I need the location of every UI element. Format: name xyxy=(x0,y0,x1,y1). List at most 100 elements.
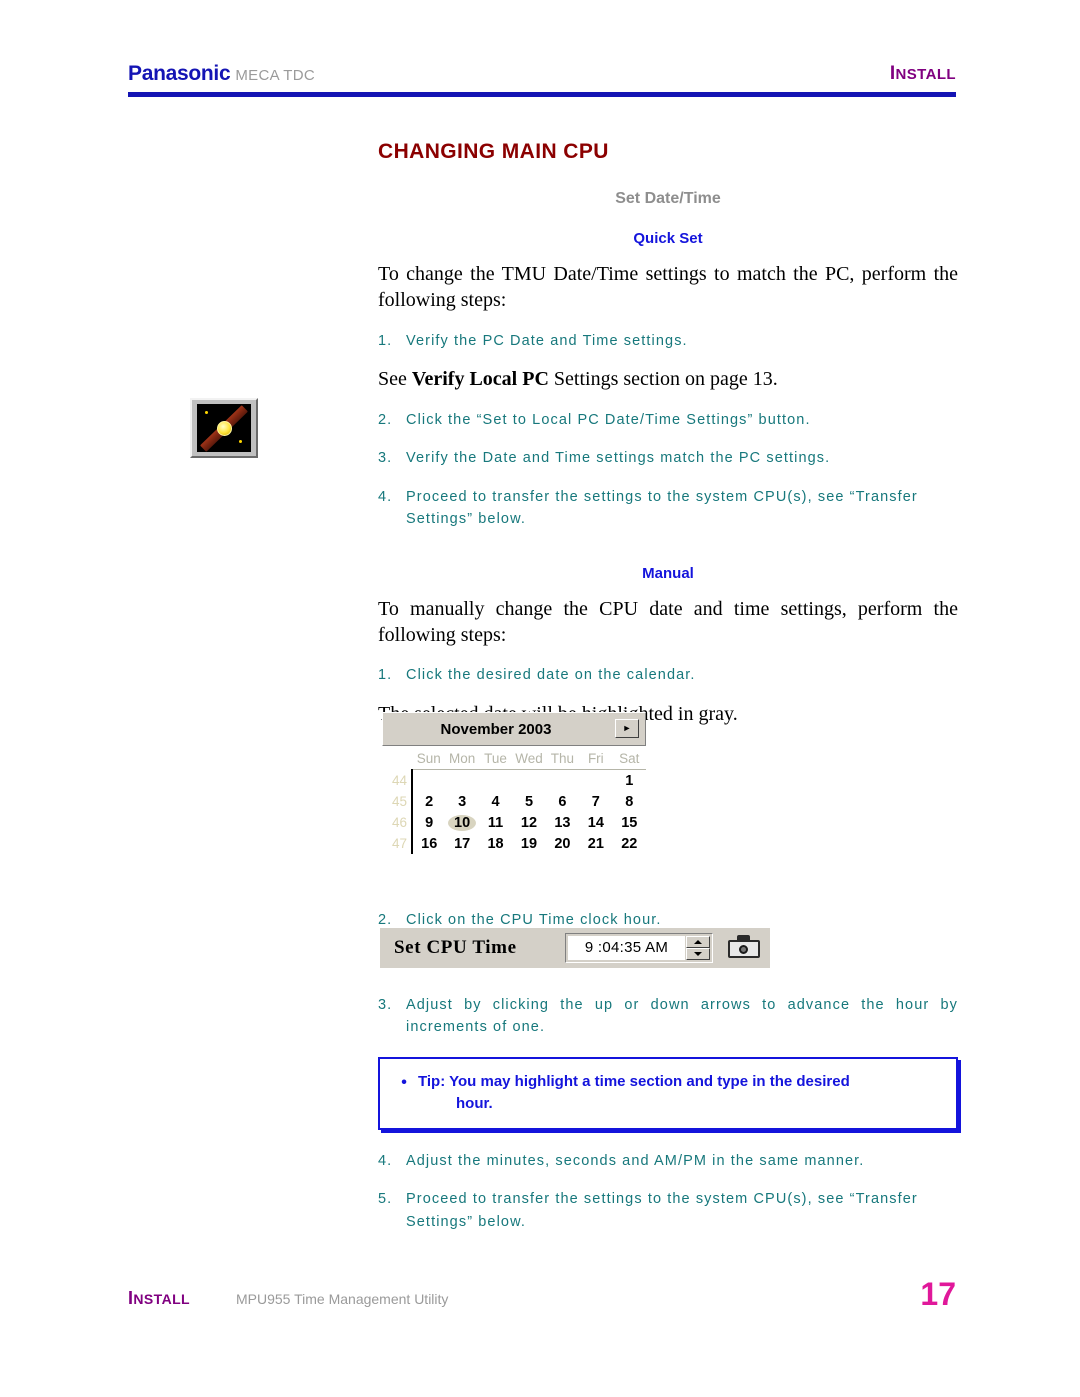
calendar-day-cell[interactable] xyxy=(546,770,579,792)
calendar-day-cell[interactable]: 19 xyxy=(512,833,545,854)
calendar-day-cell[interactable]: 2 xyxy=(412,791,445,812)
quick-set-step-2: 2. Click the “Set to Local PC Date/Time … xyxy=(378,409,958,431)
step-number: 1. xyxy=(378,332,393,349)
watch-face xyxy=(217,421,232,436)
tip-text: Tip: You may highlight a time section an… xyxy=(418,1071,942,1116)
calendar-day-cell[interactable] xyxy=(445,770,478,792)
step-number: 4. xyxy=(378,488,393,505)
calendar-day-cell[interactable]: 14 xyxy=(579,812,612,833)
calendar-dow-fri: Fri xyxy=(579,748,613,770)
calendar-weeknum-corner xyxy=(382,748,412,770)
camera-icon-lens xyxy=(739,945,748,954)
calendar-day-cell[interactable] xyxy=(579,770,612,792)
time-input[interactable]: 9 :04:35 AM xyxy=(568,936,685,960)
calendar-day-cell[interactable]: 12 xyxy=(512,812,545,833)
see-reference-post: Settings section on page 13. xyxy=(548,368,778,391)
camera-icon[interactable] xyxy=(726,934,762,962)
calendar-week-number: 46 xyxy=(382,812,413,833)
step-text: Verify the PC Date and Time settings. xyxy=(406,332,688,349)
calendar-day-cell[interactable]: 8 xyxy=(613,791,646,812)
calendar-day-cell[interactable]: 16 xyxy=(412,833,445,854)
manual-step-4: 4. Adjust the minutes, seconds and AM/PM… xyxy=(378,1150,958,1172)
calendar-grid: Sun Mon Tue Wed Thu Fri Sat 44 1 45 2 3 … xyxy=(382,748,646,854)
watch-pin-bottom xyxy=(239,440,242,443)
watch-pin-top xyxy=(205,411,208,414)
time-spinner-control[interactable]: 9 :04:35 AM xyxy=(565,933,713,963)
calendar-widget[interactable]: November 2003 ► Sun Mon Tue Wed Thu Fri … xyxy=(382,712,646,860)
see-reference-bold: Verify Local PC xyxy=(411,368,549,391)
calendar-day-cell[interactable] xyxy=(512,770,545,792)
calendar-day-cell[interactable]: 20 xyxy=(546,833,579,854)
calendar-day-cell[interactable]: 18 xyxy=(479,833,512,854)
tip-line-2: hour. xyxy=(456,1095,493,1113)
calendar-week-number: 44 xyxy=(382,769,413,791)
footer-section-rest: NSTALL xyxy=(133,1291,190,1307)
step-text: Verify the Date and Time settings match … xyxy=(406,450,831,467)
calendar-week-row: 45 2 3 4 5 6 7 8 xyxy=(382,791,646,812)
calendar-body: Sun Mon Tue Wed Thu Fri Sat 44 1 45 2 3 … xyxy=(382,746,646,860)
step-text: Click the desired date on the calendar. xyxy=(406,667,696,684)
calendar-week-number: 45 xyxy=(382,791,413,812)
calendar-day-cell[interactable]: 6 xyxy=(546,791,579,812)
section-subtitle: Set Date/Time xyxy=(615,190,721,207)
calendar-day-cell[interactable]: 3 xyxy=(445,791,478,812)
spinner-down-arrow-icon[interactable] xyxy=(686,948,710,960)
set-cpu-time-label: Set CPU Time xyxy=(394,937,517,958)
manual-intro: To manually change the CPU date and time… xyxy=(378,597,958,646)
manual-step-1: 1. Click the desired date on the calenda… xyxy=(378,664,958,686)
set-cpu-time-widget: Set CPU Time 9 :04:35 AM xyxy=(380,928,770,968)
manual-step-3: 3. Adjust by clicking the up or down arr… xyxy=(378,994,958,1039)
quick-set-heading: Quick Set xyxy=(633,230,703,247)
page-title: CHANGING MAIN CPU xyxy=(378,140,609,163)
calendar-week-row: 44 1 xyxy=(382,769,646,792)
calendar-month-year: November 2003 xyxy=(440,721,552,738)
calendar-day-cell[interactable] xyxy=(412,770,445,792)
calendar-dow-tue: Tue xyxy=(478,748,513,770)
page-footer: INSTALL MPU955 Time Management Utility 1… xyxy=(128,1276,956,1320)
see-reference: See Verify Local PC Settings section on … xyxy=(378,366,958,392)
calendar-day-cell[interactable]: 4 xyxy=(479,791,512,812)
calendar-day-cell[interactable]: 11 xyxy=(479,812,512,833)
wristwatch-icon-inner xyxy=(197,404,251,452)
tip-line-1: Tip: You may highlight a time section an… xyxy=(418,1072,850,1090)
quick-set-step-1: 1. Verify the PC Date and Time settings. xyxy=(378,330,958,352)
calendar-day-cell[interactable]: 9 xyxy=(412,812,445,833)
calendar-day-cell[interactable]: 7 xyxy=(579,791,612,812)
step-number: 2. xyxy=(378,411,393,428)
calendar-day-cell[interactable]: 21 xyxy=(579,833,612,854)
calendar-week-number: 47 xyxy=(382,833,413,854)
footer-document-title: MPU955 Time Management Utility xyxy=(236,1291,449,1307)
calendar-day-cell[interactable]: 5 xyxy=(512,791,545,812)
step-text: Click the “Set to Local PC Date/Time Set… xyxy=(406,411,811,428)
step-text: Adjust by clicking the up or down arrows… xyxy=(406,996,958,1036)
calendar-day-cell[interactable]: 13 xyxy=(546,812,579,833)
header-section-rest: NSTALL xyxy=(895,66,956,83)
spinner-up-arrow-icon[interactable] xyxy=(686,936,710,948)
calendar-day-cell[interactable]: 17 xyxy=(445,833,478,854)
step-text: Proceed to transfer the settings to the … xyxy=(406,1191,918,1230)
calendar-day-cell[interactable] xyxy=(479,770,512,792)
calendar-week-row: 46 9 10 11 12 13 14 15 xyxy=(382,812,646,833)
calendar-dow-sun: Sun xyxy=(412,748,446,770)
calendar-week-row: 47 16 17 18 19 20 21 22 xyxy=(382,833,646,854)
quick-set-intro: To change the TMU Date/Time settings to … xyxy=(378,263,958,312)
step-text: Adjust the minutes, seconds and AM/PM in… xyxy=(406,1152,865,1169)
calendar-dow-wed: Wed xyxy=(512,748,546,770)
step-number: 4. xyxy=(378,1152,393,1169)
quick-set-step-4: 4. Proceed to transfer the settings to t… xyxy=(378,486,958,531)
calendar-day-cell-selected[interactable]: 10 xyxy=(445,812,478,833)
product-name: MECA TDC xyxy=(235,67,315,84)
calendar-next-month-button[interactable]: ► xyxy=(615,719,639,738)
calendar-dow-thu: Thu xyxy=(545,748,580,770)
calendar-day-cell[interactable]: 22 xyxy=(613,833,646,854)
brand-name: Panasonic xyxy=(128,62,231,85)
tip-bullet-icon: • xyxy=(401,1073,407,1091)
step-number: 3. xyxy=(378,996,393,1013)
header-section-label: INSTALL xyxy=(890,63,956,85)
calendar-day-cell[interactable]: 15 xyxy=(613,812,646,833)
time-spinner-arrows xyxy=(686,936,710,960)
calendar-day-cell[interactable]: 1 xyxy=(613,770,646,792)
main-content: CHANGING MAIN CPU Set Date/Time Quick Se… xyxy=(378,140,958,1233)
calendar-dow-sat: Sat xyxy=(612,748,646,770)
see-reference-pre: See xyxy=(378,368,412,391)
